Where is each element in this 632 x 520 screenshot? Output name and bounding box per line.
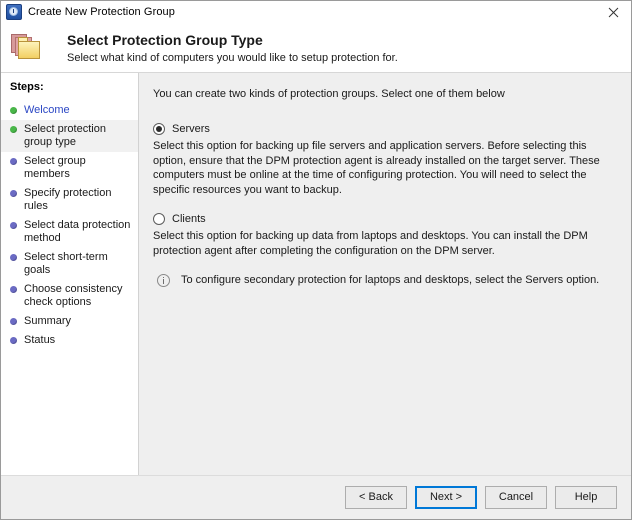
dialog-body: Steps: Welcome Select protection group ty… [1, 73, 631, 475]
footer-button-help[interactable]: Help [555, 486, 617, 509]
steps-list: Welcome Select protection group type Selec… [1, 101, 138, 350]
step-bullet-icon [10, 222, 17, 229]
option-clients-label: Clients [172, 213, 206, 225]
step-bullet-icon [10, 126, 17, 133]
page-subtitle: Select what kind of computers you would … [67, 52, 398, 64]
title-bar: Create New Protection Group [1, 1, 631, 24]
close-button[interactable] [595, 1, 631, 23]
sidebar-step-label: Select data protection method [24, 219, 131, 244]
radio-clients[interactable] [153, 213, 165, 225]
step-bullet-icon [10, 318, 17, 325]
sidebar-step-8[interactable]: Status [1, 331, 138, 350]
intro-text: You can create two kinds of protection g… [153, 88, 505, 100]
sidebar-step-label: Specify protection rules [24, 187, 112, 212]
info-icon [157, 274, 170, 287]
sidebar-step-label: Select group members [24, 155, 86, 180]
dialog-footer: < Back Next > Cancel Help [1, 475, 631, 519]
sidebar-step-label: Welcome [24, 104, 70, 116]
option-clients[interactable]: Clients Select this option for backing u… [153, 213, 615, 258]
step-bullet-icon [10, 190, 17, 197]
footer-button-next[interactable]: Next > [415, 486, 477, 509]
step-bullet-icon [10, 286, 17, 293]
option-servers-label: Servers [172, 123, 210, 135]
sidebar-step-label: Choose consistency check options [24, 283, 123, 308]
folder-stack-icon [11, 32, 45, 64]
page-title: Select Protection Group Type [67, 32, 263, 48]
sidebar-step-label: Select short-term goals [24, 251, 108, 276]
option-clients-row[interactable]: Clients [153, 213, 615, 225]
header-texts: Select Protection Group Type Select what… [67, 31, 398, 65]
sidebar-step-0[interactable]: Welcome [1, 101, 138, 120]
radio-servers[interactable] [153, 123, 165, 135]
sidebar-step-label: Select protection group type [24, 123, 106, 148]
step-bullet-icon [10, 337, 17, 344]
dpm-clock-icon [6, 4, 22, 20]
sidebar-step-5[interactable]: Select short-term goals [1, 248, 138, 280]
window-title: Create New Protection Group [28, 6, 175, 18]
sidebar-step-6[interactable]: Choose consistency check options [1, 280, 138, 312]
content-panel: You can create two kinds of protection g… [139, 73, 631, 475]
title-bar-buttons [595, 1, 631, 23]
info-note-text: To configure secondary protection for la… [181, 274, 600, 286]
info-note: To configure secondary protection for la… [157, 274, 615, 287]
step-bullet-icon [10, 158, 17, 165]
option-servers-row[interactable]: Servers [153, 123, 615, 135]
close-icon [608, 7, 618, 17]
step-bullet-icon [10, 254, 17, 261]
dialog-header: Select Protection Group Type Select what… [1, 24, 631, 73]
option-servers[interactable]: Servers Select this option for backing u… [153, 123, 615, 197]
dialog-window: Create New Protection Group Select Prote… [0, 0, 632, 520]
sidebar-step-4[interactable]: Select data protection method [1, 216, 138, 248]
sidebar-step-label: Status [24, 334, 56, 346]
steps-sidebar: Steps: Welcome Select protection group ty… [1, 73, 139, 475]
step-bullet-icon [10, 107, 17, 114]
sidebar-step-2[interactable]: Select group members [1, 152, 138, 184]
sidebar-step-1[interactable]: Select protection group type [1, 120, 138, 152]
footer-button-back[interactable]: < Back [345, 486, 407, 509]
sidebar-step-label: Summary [24, 315, 72, 327]
option-clients-description: Select this option for backing up data f… [153, 230, 588, 257]
sidebar-step-7[interactable]: Summary [1, 312, 138, 331]
sidebar-step-3[interactable]: Specify protection rules [1, 184, 138, 216]
option-servers-description: Select this option for backing up file s… [153, 140, 600, 196]
steps-label: Steps: [10, 81, 44, 93]
footer-button-cancel[interactable]: Cancel [485, 486, 547, 509]
